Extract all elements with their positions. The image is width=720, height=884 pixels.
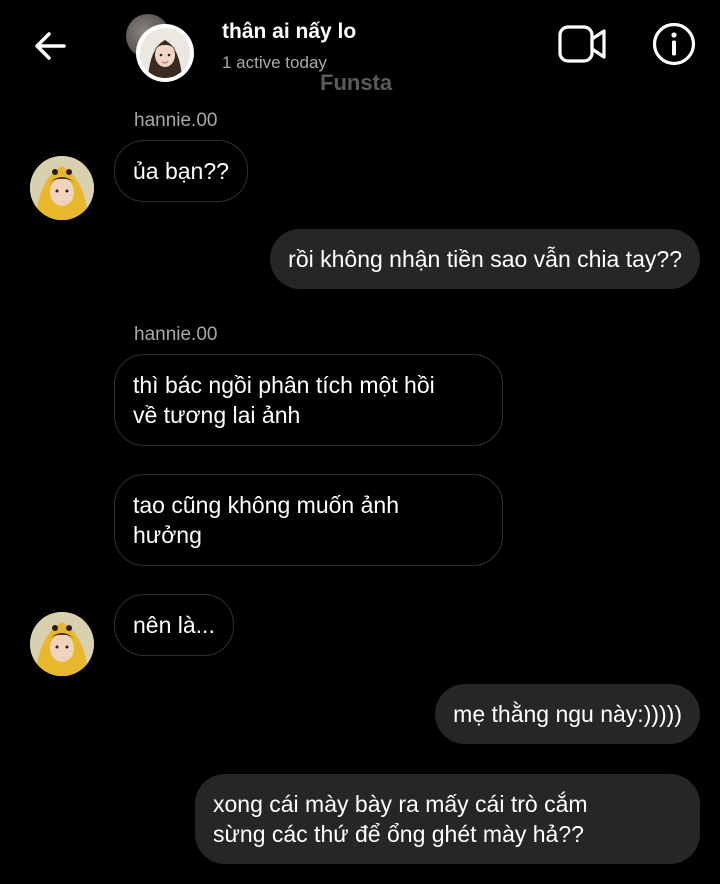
video-call-button[interactable] (556, 20, 610, 68)
watermark-text: Funsta (320, 70, 393, 95)
chat-title[interactable]: thân ai nấy lo (222, 20, 356, 44)
group-avatar[interactable] (126, 14, 194, 82)
back-button[interactable] (28, 24, 72, 68)
message-sender: hannie.00 (134, 110, 218, 131)
message-bubble-outgoing[interactable]: mẹ thằng ngu này:))))) (435, 684, 700, 744)
message-bubble-incoming[interactable]: thì bác ngồi phân tích một hồi về tương … (114, 354, 503, 446)
message-bubble-outgoing[interactable]: xong cái mày bày ra mấy cái trò cắm sừng… (195, 774, 700, 864)
video-camera-icon (558, 25, 606, 63)
active-status: 1 active today (222, 53, 327, 72)
sender-avatar[interactable] (30, 156, 94, 220)
back-arrow-icon (35, 32, 66, 60)
message-sender: hannie.00 (134, 324, 218, 345)
message-bubble-outgoing[interactable]: rồi không nhận tiền sao vẫn chia tay?? (270, 229, 700, 289)
info-icon (652, 22, 696, 66)
group-avatar-primary (136, 24, 194, 82)
message-bubble-incoming[interactable]: nên là... (114, 594, 234, 656)
info-button[interactable] (650, 20, 698, 68)
sender-avatar[interactable] (30, 612, 94, 676)
message-bubble-incoming[interactable]: ủa bạn?? (114, 140, 248, 202)
chat-header: thân ai nấy lo 1 active today Funsta (0, 0, 720, 100)
message-bubble-incoming[interactable]: tao cũng không muốn ảnh hưởng (114, 474, 503, 566)
